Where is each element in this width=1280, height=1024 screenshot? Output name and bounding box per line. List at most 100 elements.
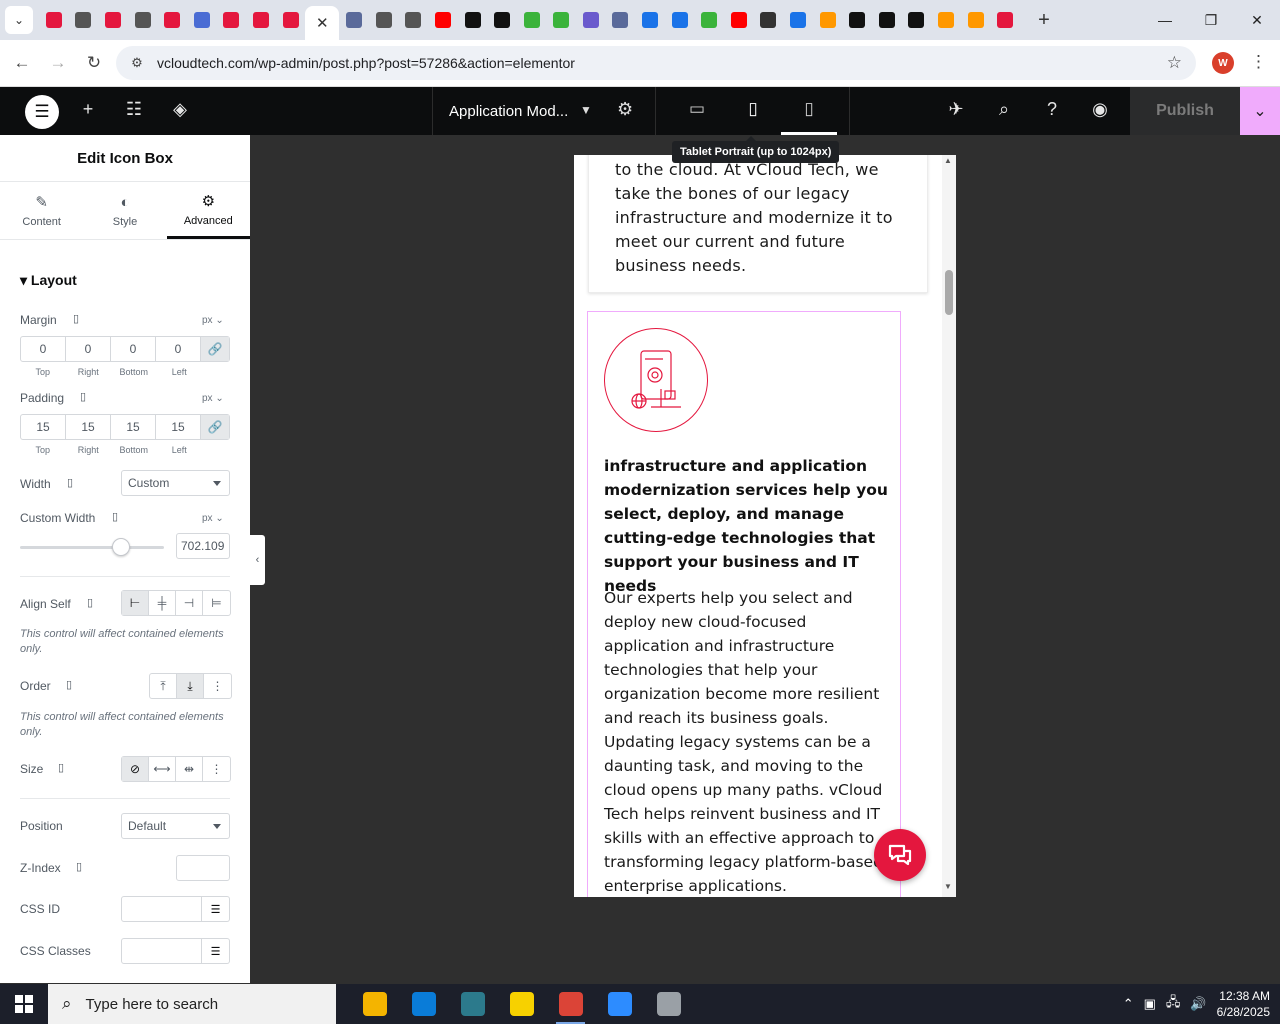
responsive-tablet-icon[interactable]: ▯ [87, 596, 93, 609]
browser-tab[interactable] [276, 4, 306, 36]
section-layout-toggle[interactable]: ▾ Layout [20, 272, 77, 289]
show-hidden-icons-icon[interactable]: ⌃ [1123, 996, 1134, 1012]
custom-width-slider-track[interactable] [20, 546, 164, 549]
icon-box-card[interactable]: to the cloud. At vCloud Tech, we take th… [588, 155, 928, 293]
browser-tab[interactable] [902, 4, 932, 36]
forward-button[interactable]: → [40, 45, 76, 81]
link-values-icon[interactable]: 🔗 [201, 337, 229, 361]
help-icon[interactable]: ? [1040, 99, 1064, 120]
address-bar[interactable]: ⚙ vcloudtech.com/wp-admin/post.php?post=… [116, 46, 1196, 80]
browser-tab[interactable] [458, 4, 488, 36]
selected-icon-box-card[interactable]: infrastructure and application moderniza… [587, 311, 901, 897]
browser-tab[interactable] [694, 4, 724, 36]
page-settings-gear-icon[interactable]: ⚙ [617, 99, 633, 120]
link-values-icon[interactable]: 🔗 [201, 415, 229, 439]
width-select[interactable]: Custom [121, 470, 230, 496]
browser-tab[interactable] [576, 4, 606, 36]
start-button[interactable] [0, 984, 48, 1024]
padding-left-input[interactable]: 15 [156, 415, 201, 439]
profile-avatar[interactable]: W [1212, 52, 1234, 74]
size-more-icon[interactable]: ⋮ [203, 757, 230, 781]
scroll-down-arrow-icon[interactable]: ▼ [944, 882, 952, 891]
padding-right-input[interactable]: 15 [66, 415, 111, 439]
preview-scrollbar-thumb[interactable] [945, 270, 953, 315]
preview-scrollbar[interactable] [942, 155, 956, 897]
site-settings-icon[interactable]: ☷ [122, 99, 146, 120]
bookmark-star-icon[interactable]: ☆ [1167, 53, 1182, 73]
chevron-down-icon[interactable]: ▼ [580, 103, 592, 117]
browser-tab[interactable] [842, 4, 872, 36]
url-text[interactable]: vcloudtech.com/wp-admin/post.php?post=57… [157, 55, 575, 71]
padding-unit-select[interactable]: px ⌄ [202, 393, 224, 404]
mobile-device-icon[interactable]: ▯ [794, 99, 824, 119]
align-stretch-icon[interactable]: ⊨ [203, 591, 230, 615]
scroll-up-arrow-icon[interactable]: ▲ [944, 156, 952, 165]
document-title[interactable]: Application Mod... [449, 103, 568, 120]
size-shrink-icon[interactable]: ⇹ [176, 757, 203, 781]
structure-layers-icon[interactable]: ◈ [168, 99, 192, 120]
browser-tab[interactable] [487, 4, 517, 36]
reload-button[interactable]: ↻ [76, 45, 112, 81]
volume-icon[interactable]: 🔊 [1190, 996, 1206, 1012]
css-id-input[interactable] [121, 896, 202, 922]
size-none-icon[interactable]: ⊘ [122, 757, 149, 781]
browser-menu-icon[interactable]: ⋮ [1250, 52, 1267, 72]
responsive-tablet-icon[interactable]: ▯ [66, 678, 72, 691]
tab-style[interactable]: ◐ Style [83, 182, 166, 239]
margin-unit-select[interactable]: px ⌄ [202, 315, 224, 326]
browser-tab[interactable] [754, 4, 784, 36]
browser-tab[interactable] [931, 4, 961, 36]
browser-tab[interactable] [399, 4, 429, 36]
dynamic-tags-icon[interactable]: ☰ [202, 896, 230, 922]
custom-width-unit-select[interactable]: px ⌄ [202, 513, 224, 524]
browser-tab[interactable] [517, 4, 547, 36]
whats-new-icon[interactable]: ✈ [944, 99, 968, 120]
taskbar-search[interactable]: ⌕ Type here to search [48, 984, 336, 1024]
align-center-icon[interactable]: ╪ [149, 591, 176, 615]
browser-tab[interactable] [813, 4, 843, 36]
browser-tab[interactable] [339, 4, 369, 36]
browser-tab[interactable] [187, 4, 217, 36]
publish-button[interactable]: Publish [1130, 87, 1240, 135]
css-classes-input[interactable] [121, 938, 202, 964]
new-tab-button[interactable]: + [1030, 9, 1058, 32]
margin-bottom-input[interactable]: 0 [111, 337, 156, 361]
browser-tab[interactable] [98, 4, 128, 36]
browser-tab[interactable] [724, 4, 754, 36]
tab-search-button[interactable]: ⌄ [5, 6, 33, 34]
align-start-icon[interactable]: ⊢ [122, 591, 149, 615]
taskbar-app[interactable] [399, 984, 448, 1024]
margin-left-input[interactable]: 0 [156, 337, 201, 361]
browser-tab[interactable] [369, 4, 399, 36]
responsive-tablet-icon[interactable]: ▯ [80, 390, 86, 403]
finder-search-icon[interactable]: ⌕ [992, 99, 1016, 120]
browser-tab[interactable] [128, 4, 158, 36]
close-window-button[interactable]: ✕ [1234, 0, 1280, 40]
browser-tab[interactable] [157, 4, 187, 36]
site-info-icon[interactable]: ⚙ [122, 55, 152, 71]
taskbar-app[interactable] [448, 984, 497, 1024]
network-icon[interactable]: 🖧 [1166, 993, 1181, 1015]
browser-tab[interactable] [872, 4, 902, 36]
responsive-tablet-icon[interactable]: ▯ [112, 510, 118, 523]
order-end-icon[interactable]: ⤓ [177, 674, 204, 698]
margin-right-input[interactable]: 0 [66, 337, 111, 361]
dynamic-tags-icon[interactable]: ☰ [202, 938, 230, 964]
chat-widget-button[interactable] [874, 829, 926, 881]
browser-tab-active[interactable]: ✕ [305, 6, 340, 40]
clock[interactable]: 12:38 AM 6/28/2025 [1217, 988, 1270, 1020]
browser-tab[interactable] [990, 4, 1020, 36]
browser-tab[interactable] [547, 4, 577, 36]
network-warning-icon[interactable]: ▣ [1144, 996, 1156, 1012]
custom-width-slider-handle[interactable] [111, 538, 130, 556]
taskbar-app[interactable] [497, 984, 546, 1024]
close-tab-icon[interactable]: ✕ [316, 14, 329, 32]
padding-bottom-input[interactable]: 15 [111, 415, 156, 439]
responsive-tablet-icon[interactable]: ▯ [67, 476, 73, 489]
preview-eye-icon[interactable]: ◉ [1088, 99, 1112, 120]
browser-tab[interactable] [69, 4, 99, 36]
back-button[interactable]: ← [4, 45, 40, 81]
taskbar-app[interactable] [350, 984, 399, 1024]
responsive-tablet-icon[interactable]: ▯ [73, 312, 79, 325]
browser-tab[interactable] [665, 4, 695, 36]
